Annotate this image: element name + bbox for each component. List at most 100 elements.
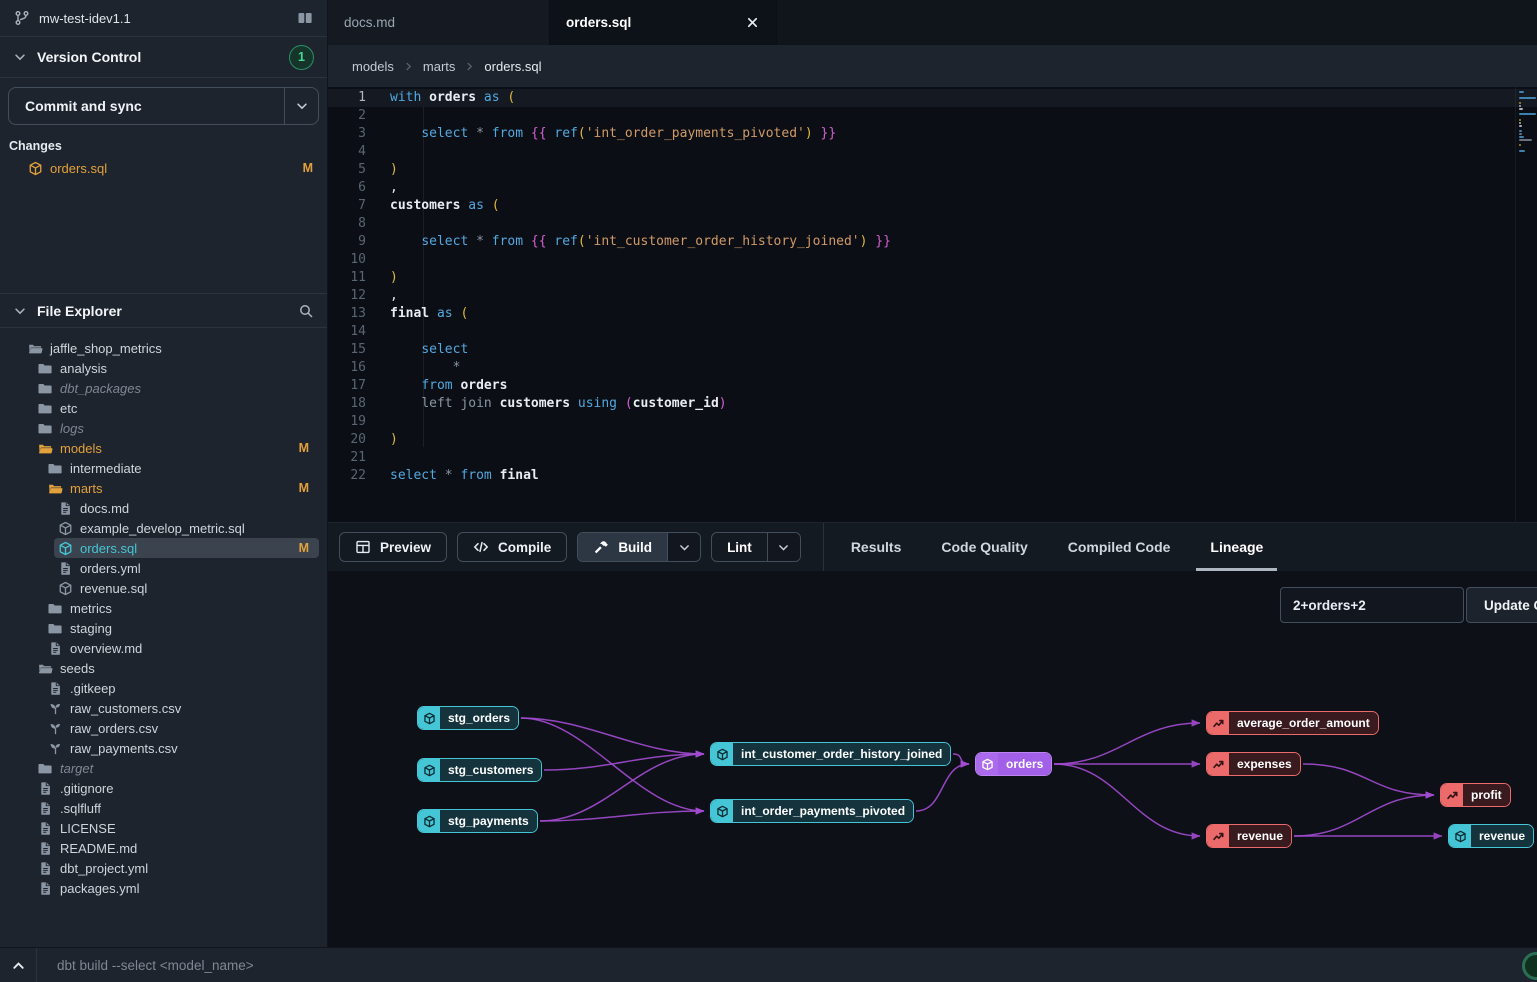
tree-item-seeds[interactable]: seeds [0,658,327,678]
tree-item-.gitkeep[interactable]: .gitkeep [0,678,327,698]
code-line[interactable]: 7customers as ( [328,197,1537,215]
lineage-node-revenue_model[interactable]: revenue [1448,824,1534,848]
code-line[interactable]: 21 [328,449,1537,467]
tree-item-dbt_packages[interactable]: dbt_packages [0,378,327,398]
tree-item-target[interactable]: target [0,758,327,778]
tab-orders.sql[interactable]: orders.sql [550,0,777,45]
lineage-node-stg_orders[interactable]: stg_orders [417,706,519,730]
file-explorer-header[interactable]: File Explorer [0,293,327,328]
compile-button[interactable]: Compile [457,532,567,562]
code-line[interactable]: 2 [328,107,1537,125]
file-icon [38,781,53,796]
chevron-down-icon[interactable] [13,50,27,64]
line-text: * [390,359,460,377]
tree-item-staging[interactable]: staging [0,618,327,638]
columns-icon[interactable] [297,10,313,26]
chevron-down-icon [777,541,790,554]
panel-tab-results[interactable]: Results [851,523,902,571]
lineage-node-int_order_payments_pivoted[interactable]: int_order_payments_pivoted [710,799,914,823]
code-line[interactable]: 10 [328,251,1537,269]
tree-item-.sqlfluff[interactable]: .sqlfluff [0,798,327,818]
code-line[interactable]: 6, [328,179,1537,197]
code-line[interactable]: 5) [328,161,1537,179]
code-editor[interactable]: 1with orders as (23 select * from {{ ref… [328,87,1537,522]
tree-item-packages.yml[interactable]: packages.yml [0,878,327,898]
search-icon[interactable] [298,303,314,319]
lint-button[interactable]: Lint [712,533,767,561]
commit-options-button[interactable] [284,88,318,124]
editor-tabbar: docs.mdorders.sql [328,0,1537,45]
tree-item-README.md[interactable]: README.md [0,838,327,858]
build-options-button[interactable] [667,533,700,561]
tree-item-label: raw_orders.csv [70,721,158,736]
tree-item-.gitignore[interactable]: .gitignore [0,778,327,798]
lineage-node-stg_customers[interactable]: stg_customers [417,758,542,782]
code-line[interactable]: 19 [328,413,1537,431]
tree-item-models[interactable]: modelsM [0,438,327,458]
lineage-node-average_order_amount[interactable]: average_order_amount [1206,711,1379,735]
code-line[interactable]: 20) [328,431,1537,449]
minimap[interactable] [1515,87,1537,522]
code-line[interactable]: 13final as ( [328,305,1537,323]
close-icon[interactable] [745,15,760,30]
tree-item-raw_customers.csv[interactable]: raw_customers.csv [0,698,327,718]
tree-item-raw_orders.csv[interactable]: raw_orders.csv [0,718,327,738]
lineage-node-orders[interactable]: orders [975,752,1052,776]
tree-item-metrics[interactable]: metrics [0,598,327,618]
tree-item-orders.yml[interactable]: orders.yml [0,558,327,578]
tab-docs.md[interactable]: docs.md [328,0,550,45]
breadcrumb-item[interactable]: marts [423,59,456,74]
update-graph-button[interactable]: Update G [1466,587,1537,623]
tree-item-LICENSE[interactable]: LICENSE [0,818,327,838]
tree-item-orders.sql[interactable]: orders.sqlM [0,538,327,558]
breadcrumb-item[interactable]: models [352,59,394,74]
lineage-node-stg_payments[interactable]: stg_payments [417,809,538,833]
tree-item-jaffle_shop_metrics[interactable]: jaffle_shop_metrics [0,338,327,358]
code-line[interactable]: 4 [328,143,1537,161]
expand-panel-button[interactable] [0,948,36,982]
tree-item-docs.md[interactable]: docs.md [0,498,327,518]
folder-icon [38,421,53,436]
code-line[interactable]: 18 left join customers using (customer_i… [328,395,1537,413]
tree-item-raw_payments.csv[interactable]: raw_payments.csv [0,738,327,758]
code-line[interactable]: 9 select * from {{ ref('int_customer_ord… [328,233,1537,251]
lineage-node-int_customer_order_history_joined[interactable]: int_customer_order_history_joined [710,742,951,766]
tree-item-etc[interactable]: etc [0,398,327,418]
lint-options-button[interactable] [767,533,800,561]
command-input[interactable]: dbt build --select <model_name> [57,958,254,973]
panel-tab-compiled-code[interactable]: Compiled Code [1068,523,1171,571]
commit-button-label[interactable]: Commit and sync [9,88,284,124]
panel-tab-lineage[interactable]: Lineage [1210,523,1263,571]
lineage-selector-input[interactable] [1280,587,1464,623]
lineage-node-revenue_metric[interactable]: revenue [1206,824,1292,848]
build-button[interactable]: Build [578,533,667,561]
tree-item-analysis[interactable]: analysis [0,358,327,378]
tree-item-intermediate[interactable]: intermediate [0,458,327,478]
code-line[interactable]: 17 from orders [328,377,1537,395]
tree-item-label: .gitkeep [70,681,116,696]
tree-item-marts[interactable]: martsM [0,478,327,498]
code-line[interactable]: 3 select * from {{ ref('int_order_paymen… [328,125,1537,143]
code-line[interactable]: 15 select [328,341,1537,359]
tree-item-revenue.sql[interactable]: revenue.sql [0,578,327,598]
breadcrumb-item[interactable]: orders.sql [484,59,541,74]
code-line[interactable]: 8 [328,215,1537,233]
code-line[interactable]: 12, [328,287,1537,305]
code-line[interactable]: 22select * from final [328,467,1537,485]
panel-tab-code-quality[interactable]: Code Quality [941,523,1027,571]
version-control-header[interactable]: Version Control 1 [0,37,327,78]
changed-file-row[interactable]: orders.sql M [0,156,327,180]
preview-button[interactable]: Preview [339,532,447,562]
code-line[interactable]: 1with orders as ( [328,89,1537,107]
tree-item-logs[interactable]: logs [0,418,327,438]
chevron-down-icon[interactable] [13,304,27,318]
lineage-node-profit[interactable]: profit [1440,783,1511,807]
tree-item-example_develop_metric.sql[interactable]: example_develop_metric.sql [0,518,327,538]
tree-item-overview.md[interactable]: overview.md [0,638,327,658]
lineage-node-expenses[interactable]: expenses [1206,752,1301,776]
code-line[interactable]: 16 * [328,359,1537,377]
code-line[interactable]: 14 [328,323,1537,341]
tree-item-dbt_project.yml[interactable]: dbt_project.yml [0,858,327,878]
commit-and-sync-button[interactable]: Commit and sync [8,87,319,125]
code-line[interactable]: 11) [328,269,1537,287]
